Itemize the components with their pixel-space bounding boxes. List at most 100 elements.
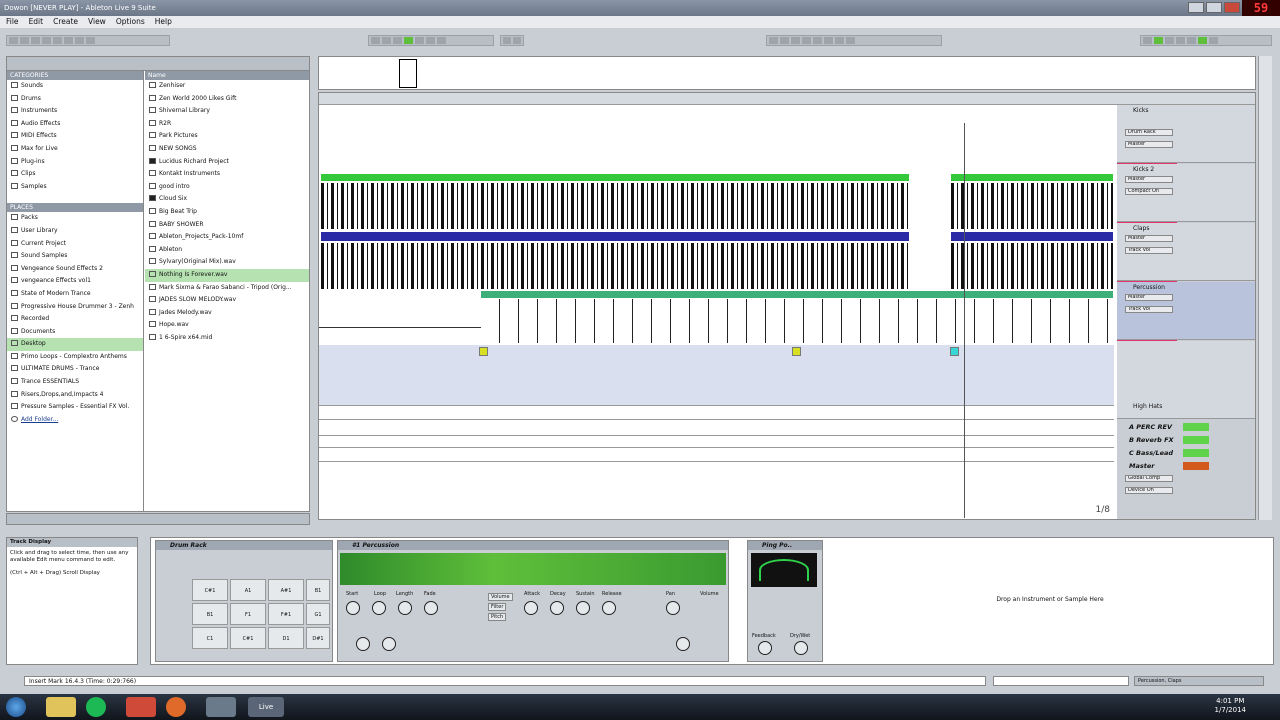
tab-pitch[interactable]: Pitch xyxy=(488,613,507,621)
browser-item[interactable]: 1 6-Spire x64.mid xyxy=(145,332,309,345)
res-knob[interactable] xyxy=(382,637,396,651)
automation-marker[interactable] xyxy=(479,347,488,356)
browser-item[interactable]: BABY SHOWER xyxy=(145,219,309,232)
browser-item[interactable]: Shivernal Library xyxy=(145,105,309,118)
return-b[interactable]: B Reverb FX xyxy=(1117,434,1255,446)
drum-pad[interactable]: C#1 xyxy=(192,579,228,601)
activator-icon[interactable] xyxy=(1183,423,1209,431)
track-input[interactable]: Master xyxy=(1125,176,1173,183)
browser-item[interactable]: NEW SONGS xyxy=(145,143,309,156)
ping-pong-delay-device[interactable]: Ping Po.. Feedback Dry/Wet xyxy=(747,540,823,662)
menu-edit[interactable]: Edit xyxy=(29,16,44,28)
close-button[interactable] xyxy=(1224,2,1240,13)
track-name[interactable]: Claps xyxy=(1133,225,1149,232)
drop-zone[interactable]: Drop an Instrument or Sample Here xyxy=(827,538,1273,664)
maximize-button[interactable] xyxy=(1206,2,1222,13)
browser-item[interactable]: R2R xyxy=(145,118,309,131)
menu-file[interactable]: File xyxy=(6,16,19,28)
menu-create[interactable]: Create xyxy=(53,16,78,28)
tab-volume[interactable]: Volume xyxy=(488,593,513,601)
browser-search[interactable] xyxy=(7,57,309,71)
clip-header-kicks[interactable] xyxy=(321,174,909,181)
automation-marker[interactable] xyxy=(792,347,801,356)
track-input[interactable]: Drum Rack xyxy=(1125,129,1173,136)
follow-toggle[interactable] xyxy=(500,35,524,46)
place-item[interactable]: Progressive House Drummer 3 - Zenh xyxy=(7,301,143,314)
track-input[interactable]: Master xyxy=(1125,294,1173,301)
live-taskbar-button[interactable]: Live xyxy=(248,697,284,717)
track-name[interactable]: Percussion xyxy=(1133,284,1165,291)
track-name[interactable]: Kicks 2 xyxy=(1133,166,1154,173)
drum-pad[interactable]: B1 xyxy=(306,579,330,601)
track-kicks-2[interactable]: Kicks 2 Master Compact On xyxy=(1117,164,1255,222)
arrangement-overview[interactable] xyxy=(318,56,1256,90)
tempo-controls[interactable] xyxy=(6,35,170,46)
master-device-on[interactable]: Device On xyxy=(1125,487,1173,494)
filter-display[interactable] xyxy=(751,553,817,587)
loop-knob[interactable] xyxy=(372,601,386,615)
browser-item[interactable]: Park Pictures xyxy=(145,130,309,143)
freq-knob[interactable] xyxy=(356,637,370,651)
firefox-icon[interactable] xyxy=(166,697,186,717)
browser-item[interactable]: JADES SLOW MELODY.wav xyxy=(145,294,309,307)
pan-knob[interactable] xyxy=(666,601,680,615)
app-icon[interactable] xyxy=(206,697,236,717)
place-item[interactable]: Sound Samples xyxy=(7,250,143,263)
spread-knob[interactable] xyxy=(676,637,690,651)
overview-selection[interactable] xyxy=(399,59,417,88)
clip-header-kicks-2[interactable] xyxy=(951,174,1113,181)
clip-kicks[interactable] xyxy=(321,183,909,229)
place-item[interactable]: Documents xyxy=(7,326,143,339)
attack-knob[interactable] xyxy=(524,601,538,615)
clip-kicks2-b[interactable] xyxy=(951,243,1113,289)
place-item-desktop[interactable]: Desktop xyxy=(7,338,143,351)
drum-pad[interactable]: A#1 xyxy=(268,579,304,601)
place-item[interactable]: Vengeance Sound Effects 2 xyxy=(7,263,143,276)
media-player-icon[interactable] xyxy=(126,697,156,717)
place-item[interactable]: ULTIMATE DRUMS - Trance xyxy=(7,363,143,376)
drum-pad[interactable]: F#1 xyxy=(268,603,304,625)
browser-item[interactable]: Mark Sixma & Farao Sabanci - Tripod (Ori… xyxy=(145,282,309,295)
automation-marker[interactable] xyxy=(950,347,959,356)
category-sounds[interactable]: Sounds xyxy=(7,80,143,93)
menu-options[interactable]: Options xyxy=(116,16,145,28)
menu-view[interactable]: View xyxy=(88,16,106,28)
cpu-meter[interactable] xyxy=(1140,35,1272,46)
activator-icon[interactable] xyxy=(1183,436,1209,444)
sustain-knob[interactable] xyxy=(576,601,590,615)
browser-item[interactable]: Kontakt Instruments xyxy=(145,168,309,181)
feedback-knob[interactable] xyxy=(758,641,772,655)
browser-item[interactable]: Cloud Six xyxy=(145,193,309,206)
drum-rack-device[interactable]: Drum Rack C#1 A1 A#1 B1 B1 F1 F#1 G1 C1 … xyxy=(155,540,333,662)
category-midi-effects[interactable]: MIDI Effects xyxy=(7,130,143,143)
place-item[interactable]: User Library xyxy=(7,225,143,238)
browser-item[interactable]: Jades Melody.wav xyxy=(145,307,309,320)
release-knob[interactable] xyxy=(602,601,616,615)
dry-wet-knob[interactable] xyxy=(794,641,808,655)
simpler-device[interactable]: #1 Percussion Start Loop Length Fade Att… xyxy=(337,540,729,662)
drum-pad[interactable]: B1 xyxy=(192,603,228,625)
device-title[interactable]: #1 Percussion xyxy=(338,541,728,550)
sample-waveform[interactable] xyxy=(340,553,726,585)
drum-pad[interactable]: C#1 xyxy=(230,627,266,649)
clip-header-claps[interactable] xyxy=(481,291,1113,298)
track-input[interactable]: Master xyxy=(1125,235,1173,242)
track-kicks[interactable]: Kicks Drum Rack Master xyxy=(1117,105,1255,163)
master-track[interactable]: Master xyxy=(1117,460,1255,472)
master-global-comp[interactable]: Global Comp xyxy=(1125,475,1173,482)
clip-header-kicks2[interactable] xyxy=(321,232,909,241)
beat-time-ruler[interactable] xyxy=(319,93,1255,105)
loop-controls[interactable] xyxy=(766,35,942,46)
drum-pad[interactable]: C1 xyxy=(192,627,228,649)
category-max-for-live[interactable]: Max for Live xyxy=(7,143,143,156)
place-item[interactable]: Primo Loops - Complextro Anthems xyxy=(7,351,143,364)
track-name[interactable]: High Hats xyxy=(1133,403,1162,410)
selected-track-display[interactable]: Percussion, Claps xyxy=(1134,676,1264,686)
track-monitor[interactable]: Compact On xyxy=(1125,188,1173,195)
browser-item[interactable]: Ableton_Projects_Pack-10mf xyxy=(145,231,309,244)
vertical-scrollbar[interactable] xyxy=(1258,56,1272,520)
drum-pad[interactable]: G1 xyxy=(306,603,330,625)
track-claps[interactable]: Claps Master Track Vol xyxy=(1117,223,1255,281)
place-item[interactable]: Pressure Samples - Essential FX Vol. xyxy=(7,401,143,414)
activator-icon[interactable] xyxy=(1183,462,1209,470)
